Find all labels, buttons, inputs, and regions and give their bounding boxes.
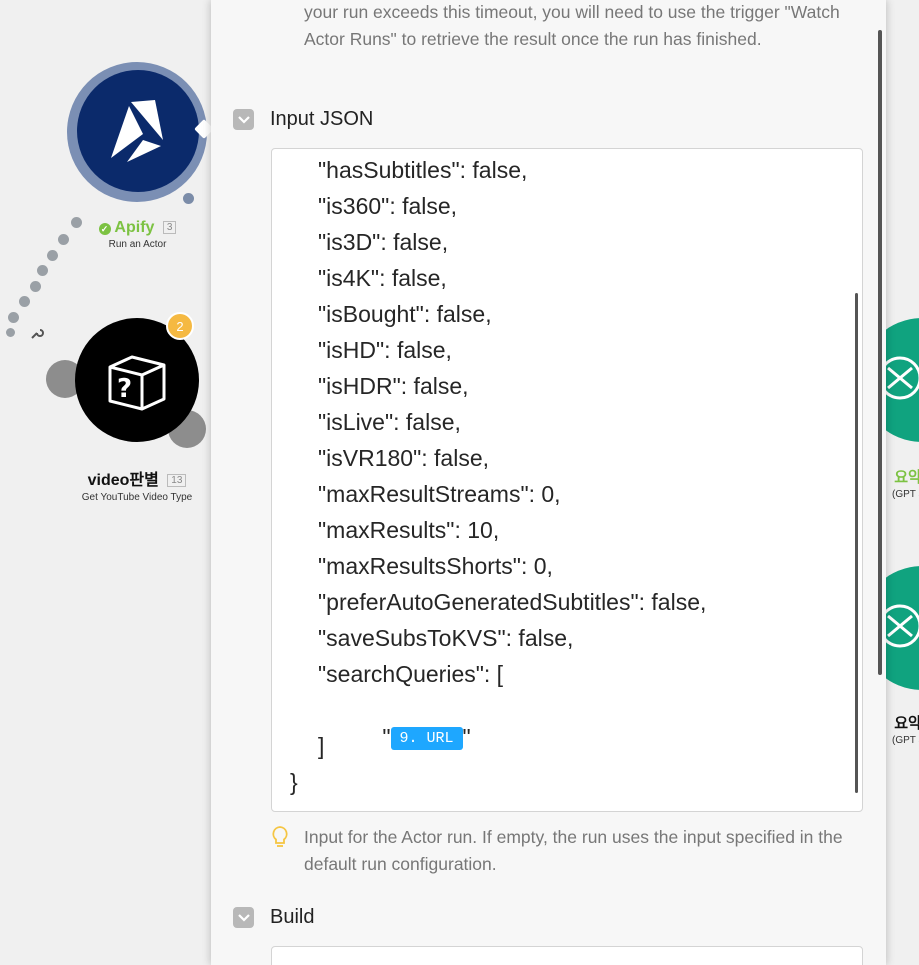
json-line: "is3D": false, bbox=[318, 229, 449, 255]
apify-node-circle bbox=[77, 70, 199, 192]
apify-logo-icon bbox=[111, 100, 163, 162]
video-type-node-label: video판별 13 Get YouTube Video Type bbox=[67, 466, 207, 503]
video-type-node-badge: 2 bbox=[166, 312, 194, 340]
lightbulb-icon bbox=[272, 826, 288, 847]
svg-text:?: ? bbox=[117, 374, 132, 404]
json-line: "maxResults": 10, bbox=[318, 517, 500, 543]
json-line: ] bbox=[318, 733, 325, 759]
apify-node-subtitle: Run an Actor bbox=[108, 239, 167, 250]
openai-node-2-title: 요약 bbox=[894, 715, 919, 732]
json-line: "preferAutoGeneratedSubtitles": false, bbox=[318, 589, 707, 615]
module-settings-panel: your run exceeds this timeout, you will … bbox=[211, 0, 886, 965]
video-type-node-count: 13 bbox=[167, 474, 187, 487]
json-line: "isLive": false, bbox=[318, 409, 461, 435]
apify-node-count: 3 bbox=[162, 221, 177, 234]
json-line: "maxResultsShorts": 0, bbox=[318, 553, 553, 579]
panel-scrollbar[interactable] bbox=[878, 30, 882, 675]
video-type-node-subtitle: Get YouTube Video Type bbox=[81, 492, 193, 503]
json-line: } bbox=[290, 769, 298, 795]
json-line: "isVR180": false, bbox=[318, 445, 490, 471]
json-line: "saveSubsToKVS": false, bbox=[318, 625, 574, 651]
check-circle-icon: ✓ bbox=[98, 223, 111, 235]
json-line: "searchQueries": [ bbox=[318, 661, 504, 687]
chevron-down-icon[interactable] bbox=[233, 907, 254, 928]
input-json-label: Input JSON bbox=[270, 108, 374, 130]
video-type-node-title: video판별 bbox=[87, 472, 159, 489]
chevron-down-icon[interactable] bbox=[233, 109, 254, 130]
build-label: Build bbox=[270, 906, 315, 928]
input-json-editor[interactable]: "hasSubtitles": false, "is360": false, "… bbox=[271, 148, 863, 812]
wrench-icon[interactable] bbox=[30, 326, 44, 345]
json-editor-scrollbar[interactable] bbox=[855, 293, 858, 793]
build-header[interactable]: Build bbox=[233, 906, 314, 929]
openai-node-1-subtitle: (GPT a bbox=[892, 489, 919, 500]
apify-node-label: ✓ Apify 3 Run an Actor bbox=[80, 219, 195, 250]
json-line: "is4K": false, bbox=[318, 265, 447, 291]
input-json-header[interactable]: Input JSON bbox=[233, 108, 373, 131]
apify-node-title: Apify bbox=[114, 219, 155, 236]
json-line: "isBought": false, bbox=[318, 301, 492, 327]
mapped-variable-pill[interactable]: 9. URL bbox=[390, 727, 463, 750]
openai-node-1-title: 요약 bbox=[894, 469, 919, 486]
input-json-hint: Input for the Actor run. If empty, the r… bbox=[272, 824, 864, 878]
json-line-search-query: " 9. URL " bbox=[382, 724, 471, 750]
json-line: "is360": false, bbox=[318, 193, 458, 219]
json-line: "maxResultStreams": 0, bbox=[318, 481, 561, 507]
json-line: "hasSubtitles": false, bbox=[318, 157, 528, 183]
unknown-box-icon: ? bbox=[108, 355, 166, 411]
timeout-help-text: your run exceeds this timeout, you will … bbox=[304, 2, 840, 49]
build-field[interactable] bbox=[271, 946, 863, 965]
json-line: "isHD": false, bbox=[318, 337, 452, 363]
openai-node-2-subtitle: (GPT a bbox=[892, 735, 919, 746]
json-line: "isHDR": false, bbox=[318, 373, 469, 399]
